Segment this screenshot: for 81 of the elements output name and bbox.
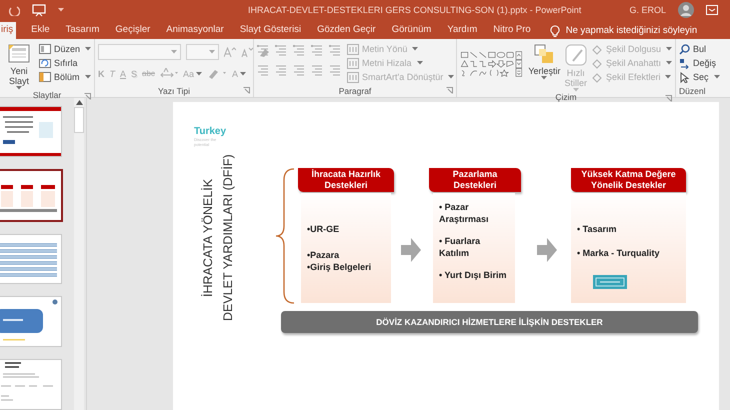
group-label: Paragraf — [338, 86, 372, 96]
section-icon[interactable] — [38, 72, 51, 82]
arrow-icon — [401, 238, 421, 262]
dialog-launcher-icon[interactable] — [243, 87, 250, 94]
ribbon-tab[interactable]: Ekle — [24, 22, 57, 39]
bullet-item: • Marka - Turquality — [577, 247, 660, 259]
presentation-icon[interactable] — [32, 4, 46, 16]
tell-me-field[interactable]: Ne yapmak istediğinizi söyleyin — [550, 22, 730, 39]
bullet-item: •UR-GE — [307, 223, 340, 235]
column-header: Yüksek Katma Değere Yönelik Destekler — [571, 168, 686, 192]
arrange-button[interactable]: Yerleştir — [528, 42, 560, 92]
bullet-item: • Fuarlara Katılım — [439, 235, 482, 259]
grow-font-icon[interactable] — [224, 46, 236, 58]
layout-icon[interactable] — [38, 44, 51, 54]
dialog-launcher-icon[interactable] — [446, 87, 453, 94]
logo-icon[interactable] — [593, 275, 627, 289]
arrange-icon[interactable] — [534, 44, 554, 64]
align-left-icon[interactable] — [257, 64, 271, 76]
command-button[interactable]: Değiş — [679, 57, 720, 69]
caret-icon[interactable] — [209, 50, 215, 54]
group-label: Yazı Tipi — [158, 86, 190, 96]
reset-icon[interactable] — [38, 58, 51, 68]
caret-icon[interactable] — [16, 86, 22, 90]
pointer-icon[interactable] — [679, 72, 690, 82]
command-button[interactable]: Bölüm — [38, 71, 91, 83]
group-label: Düzenl — [679, 86, 706, 96]
new-slide-button[interactable]: Yeni Slayt — [3, 42, 35, 90]
shrink-font-icon[interactable] — [241, 46, 253, 58]
caret-icon[interactable] — [171, 50, 177, 54]
ribbon-tab[interactable]: Geçişler — [108, 22, 158, 39]
command-button[interactable]: Seç — [679, 71, 720, 83]
ribbon-tab[interactable]: Nitro Pro — [486, 22, 538, 39]
bullet-item: •Giriş Belgeleri — [307, 261, 372, 273]
bullet-item: •Pazara — [307, 249, 340, 261]
ribbon-tab[interactable]: Gözden Geçir — [310, 22, 383, 39]
undo-icon[interactable] — [8, 4, 20, 16]
command-button[interactable]: Düzen — [38, 43, 91, 55]
font-name-dropdown[interactable] — [98, 44, 181, 60]
search-icon[interactable] — [679, 44, 690, 54]
ribbon-tab[interactable]: Tasarım — [58, 22, 106, 39]
group-label: Slaytlar — [32, 90, 62, 100]
user-name: G. EROL — [629, 5, 666, 15]
logo-text: Turkey — [194, 126, 226, 137]
char-spacing-icon[interactable] — [160, 68, 178, 79]
scrollbar[interactable] — [74, 98, 84, 410]
command-button[interactable]: Bul — [679, 43, 720, 55]
caret-icon[interactable] — [58, 8, 64, 12]
scroll-up-icon[interactable] — [76, 100, 82, 105]
ribbon-tab[interactable]: iriş — [0, 22, 16, 39]
highlighter-icon[interactable] — [206, 68, 227, 79]
caret-icon[interactable] — [84, 75, 90, 79]
scrollbar-thumb[interactable] — [74, 107, 84, 133]
banner-bar: DÖVİZ KAZANDIRICI HİZMETLERE İLİŞKİN DESTEKLER — [281, 311, 698, 333]
command-button[interactable]: Sıfırla — [38, 57, 91, 69]
bullet-item: • Yurt Dışı Birim — [439, 269, 508, 281]
slide-layout-icon[interactable] — [8, 44, 30, 64]
slide-title: İHRACATA YÖNELİK — [200, 178, 216, 300]
dialog-launcher-icon[interactable] — [665, 95, 672, 102]
column-header: İhracata Hazırlık Destekleri — [298, 168, 394, 192]
window-title: IHRACAT-DEVLET-DESTEKLERI GERS CONSULTING-SON (1).pptx - PowerPoint — [248, 5, 582, 15]
ribbon-tab[interactable]: Yardım — [440, 22, 484, 39]
arrow-icon — [537, 238, 557, 262]
bullet-item: • Pazar Araştırması — [439, 201, 490, 225]
ribbon-tab[interactable]: Görünüm — [384, 22, 438, 39]
bullet-list-icon[interactable] — [257, 44, 271, 56]
caret-icon[interactable] — [541, 76, 548, 80]
ribbon-display-icon[interactable] — [706, 5, 718, 15]
avatar-icon[interactable] — [678, 2, 694, 18]
ribbon-tab[interactable]: Slayt Gösterisi — [232, 22, 308, 39]
group-label: Çizim — [555, 92, 577, 102]
replace-icon[interactable] — [679, 58, 690, 68]
brace-icon — [274, 168, 296, 304]
font-size-dropdown[interactable] — [186, 44, 219, 60]
caret-icon[interactable] — [714, 75, 720, 79]
caret-icon[interactable] — [85, 47, 91, 51]
slide-thumbnail[interactable] — [0, 168, 63, 222]
column-header: Pazarlama Destekleri — [429, 168, 521, 192]
ribbon-tab[interactable]: Animasyonlar — [159, 22, 231, 39]
slide-title: DEVLET YARDIMLARI (DFİF) — [220, 154, 236, 324]
lightbulb-icon[interactable] — [550, 24, 560, 36]
bullet-item: • Tasarım — [577, 223, 618, 235]
